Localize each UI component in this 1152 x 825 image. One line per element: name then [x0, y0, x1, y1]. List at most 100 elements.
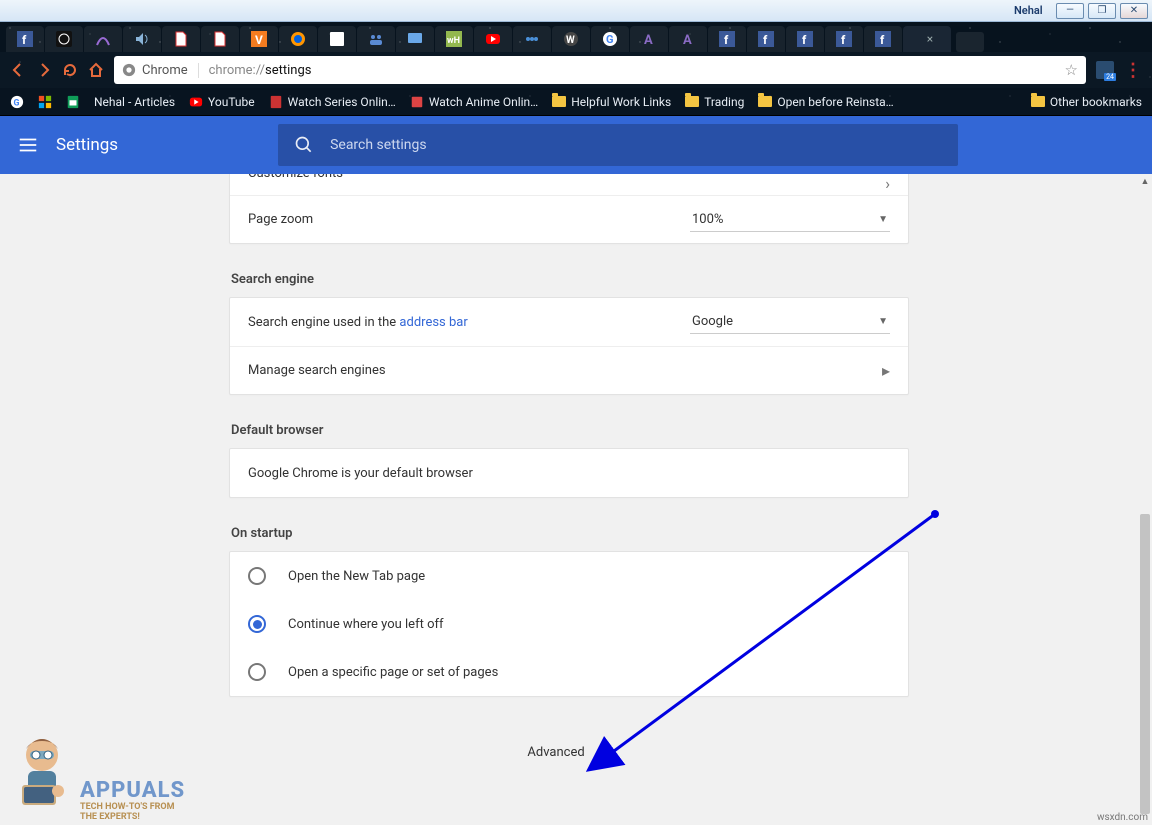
search-engine-select[interactable]: Google ▼ [690, 310, 890, 334]
tab-strip: f V wH W G A A f f f f f × [0, 22, 1152, 52]
forward-button[interactable] [36, 62, 52, 78]
bookmark-watch-series[interactable]: Watch Series Onlin… [269, 95, 396, 109]
appearance-card: Customize fonts › Page zoom 100% ▼ [229, 174, 909, 244]
bookmarks-bar: G Nehal - Articles YouTube Watch Series … [0, 88, 1152, 116]
tab-wordpress[interactable]: W [552, 26, 590, 52]
new-tab-button[interactable] [956, 32, 984, 52]
settings-header: Settings [0, 116, 1152, 174]
chrome-menu-button[interactable]: ⋮ [1124, 60, 1142, 81]
settings-content: Customize fonts › Page zoom 100% ▼ Searc… [0, 174, 1152, 825]
tab-white-box[interactable] [318, 26, 356, 52]
svg-text:f: f [880, 33, 885, 47]
startup-opt-newtab[interactable]: Open the New Tab page [230, 552, 908, 600]
omnibox-chip: Chrome [122, 63, 199, 78]
tab-steam[interactable] [45, 26, 83, 52]
page-zoom-row: Page zoom 100% ▼ [230, 195, 908, 243]
menu-button[interactable] [0, 134, 56, 156]
tab-pdf-1[interactable] [162, 26, 200, 52]
bookmark-google-icon[interactable]: G [10, 95, 24, 109]
scrollbar-up-icon[interactable]: ▲ [1138, 174, 1152, 188]
tab-facebook-6[interactable]: f [864, 26, 902, 52]
tab-screen[interactable] [396, 26, 434, 52]
svg-text:f: f [724, 33, 729, 47]
tab-youtube[interactable] [474, 26, 512, 52]
omnibox[interactable]: Chrome chrome://settings ☆ [114, 56, 1086, 84]
svg-text:V: V [255, 33, 263, 47]
caret-down-icon: ▼ [601, 747, 611, 758]
bookmark-watch-anime[interactable]: Watch Anime Onlin… [410, 95, 538, 109]
window-close-button[interactable]: ✕ [1120, 3, 1148, 19]
window-user: Nehal [1014, 4, 1043, 17]
tab-pdf-2[interactable] [201, 26, 239, 52]
svg-text:f: f [802, 33, 807, 47]
scrollbar-thumb[interactable] [1140, 514, 1150, 814]
startup-opt-continue[interactable]: Continue where you left off [230, 600, 908, 648]
tab-v-orange[interactable]: V [240, 26, 278, 52]
startup-opt-specific[interactable]: Open a specific page or set of pages [230, 648, 908, 696]
tab-facebook-5[interactable]: f [825, 26, 863, 52]
bookmark-trading[interactable]: Trading [685, 95, 744, 109]
window-minimize-button[interactable]: — [1056, 3, 1084, 19]
default-browser-title: Default browser [231, 423, 909, 438]
bookmark-youtube[interactable]: YouTube [189, 95, 255, 109]
reload-button[interactable] [62, 62, 78, 78]
hamburger-icon [17, 134, 39, 156]
bookmark-helpful-links[interactable]: Helpful Work Links [552, 95, 671, 109]
radio-icon [248, 567, 266, 585]
chevron-right-icon: ▸ [882, 361, 890, 380]
default-browser-row: Google Chrome is your default browser [230, 449, 908, 497]
tab-facebook-4[interactable]: f [786, 26, 824, 52]
settings-search[interactable] [278, 124, 958, 166]
home-button[interactable] [88, 62, 104, 78]
bookmark-other[interactable]: Other bookmarks [1031, 95, 1142, 109]
bookmark-star-icon[interactable]: ☆ [1065, 61, 1078, 79]
settings-search-input[interactable] [330, 137, 942, 153]
svg-text:f: f [841, 33, 846, 47]
tab-generic-purple[interactable] [84, 26, 122, 52]
folder-icon [1031, 96, 1045, 107]
caret-down-icon: ▼ [878, 316, 888, 327]
window-titlebar: Nehal — ❐ ✕ [0, 0, 1152, 22]
tab-google[interactable]: G [591, 26, 629, 52]
address-bar-link[interactable]: address bar [399, 315, 467, 330]
page-zoom-select[interactable]: 100% ▼ [690, 208, 890, 232]
svg-text:f: f [22, 33, 27, 47]
advanced-toggle[interactable]: Advanced ▼ [229, 725, 909, 800]
back-button[interactable] [10, 62, 26, 78]
scrollbar[interactable]: ▲ [1138, 174, 1152, 825]
manage-search-engines-row[interactable]: Manage search engines ▸ [230, 346, 908, 394]
tab-facebook[interactable]: f [6, 26, 44, 52]
tab-people[interactable] [357, 26, 395, 52]
startup-card: Open the New Tab page Continue where you… [229, 551, 909, 697]
page-zoom-label: Page zoom [248, 212, 690, 227]
window-maximize-button[interactable]: ❐ [1088, 3, 1116, 19]
tab-blue-dots[interactable] [513, 26, 551, 52]
svg-text:A: A [644, 33, 653, 47]
bookmark-articles[interactable]: Nehal - Articles [94, 95, 175, 109]
extension-calendar-icon[interactable] [1096, 61, 1114, 79]
startup-title: On startup [231, 526, 909, 541]
radio-checked-icon [248, 615, 266, 633]
search-icon [294, 135, 314, 155]
svg-text:G: G [606, 33, 614, 46]
tab-wikihow[interactable]: wH [435, 26, 473, 52]
bookmark-ms-icon[interactable] [38, 95, 52, 109]
customize-fonts-row[interactable]: Customize fonts › [230, 174, 908, 195]
omnibox-url: chrome://settings [209, 63, 312, 78]
svg-text:W: W [566, 35, 575, 46]
tab-facebook-3[interactable]: f [747, 26, 785, 52]
bookmark-sheets-icon[interactable] [66, 95, 80, 109]
tab-purple-a-2[interactable]: A [669, 26, 707, 52]
default-browser-card: Google Chrome is your default browser [229, 448, 909, 498]
tab-facebook-2[interactable]: f [708, 26, 746, 52]
radio-icon [248, 663, 266, 681]
tab-audio[interactable] [123, 26, 161, 52]
svg-text:f: f [763, 33, 768, 47]
tab-purple-a[interactable]: A [630, 26, 668, 52]
folder-icon [552, 96, 566, 107]
tab-close-icon[interactable]: × [927, 32, 933, 46]
tab-settings-active[interactable]: × [903, 26, 951, 52]
chevron-right-icon: › [885, 174, 890, 193]
bookmark-open-before[interactable]: Open before Reinsta… [758, 95, 893, 109]
tab-firefox[interactable] [279, 26, 317, 52]
